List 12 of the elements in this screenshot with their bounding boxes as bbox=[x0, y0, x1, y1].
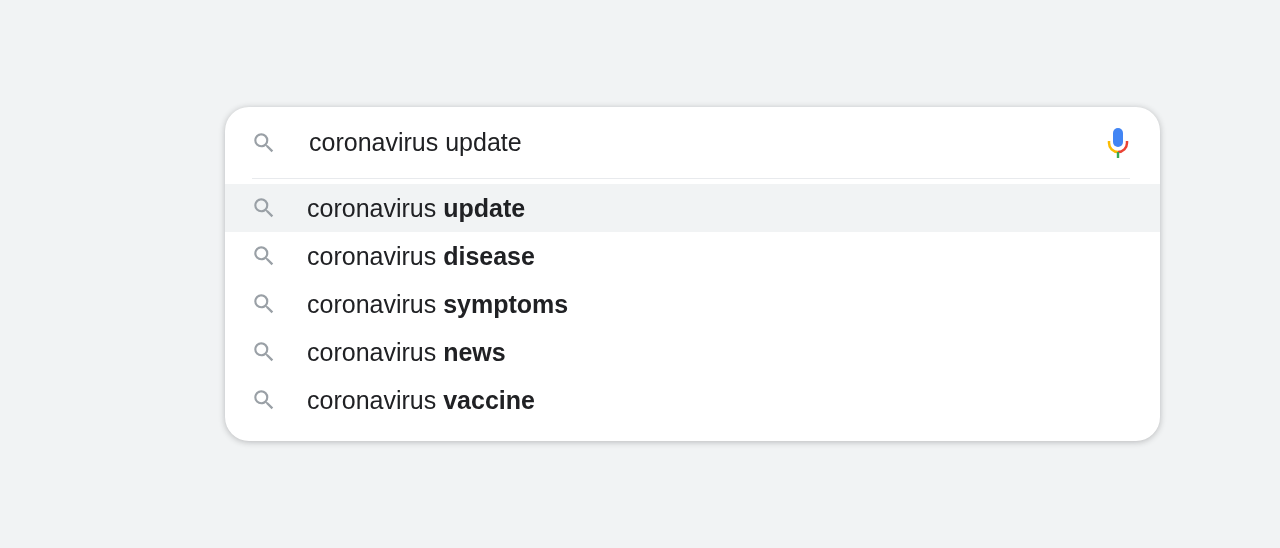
suggestion-text: coronavirus news bbox=[307, 337, 506, 367]
suggestion-item[interactable]: coronavirus symptoms bbox=[225, 280, 1160, 328]
suggestion-item[interactable]: coronavirus vaccine bbox=[225, 376, 1160, 424]
suggestion-text: coronavirus disease bbox=[307, 241, 535, 271]
suggestion-item[interactable]: coronavirus disease bbox=[225, 232, 1160, 280]
microphone-icon[interactable] bbox=[1106, 126, 1130, 159]
suggestion-item[interactable]: coronavirus news bbox=[225, 328, 1160, 376]
suggestion-text: coronavirus symptoms bbox=[307, 289, 569, 319]
suggestion-text: coronavirus update bbox=[307, 193, 526, 223]
search-field[interactable]: coronavirus update bbox=[307, 127, 1106, 158]
suggestion-text: coronavirus vaccine bbox=[307, 385, 535, 415]
suggestion-item[interactable]: coronavirus update bbox=[225, 184, 1160, 232]
